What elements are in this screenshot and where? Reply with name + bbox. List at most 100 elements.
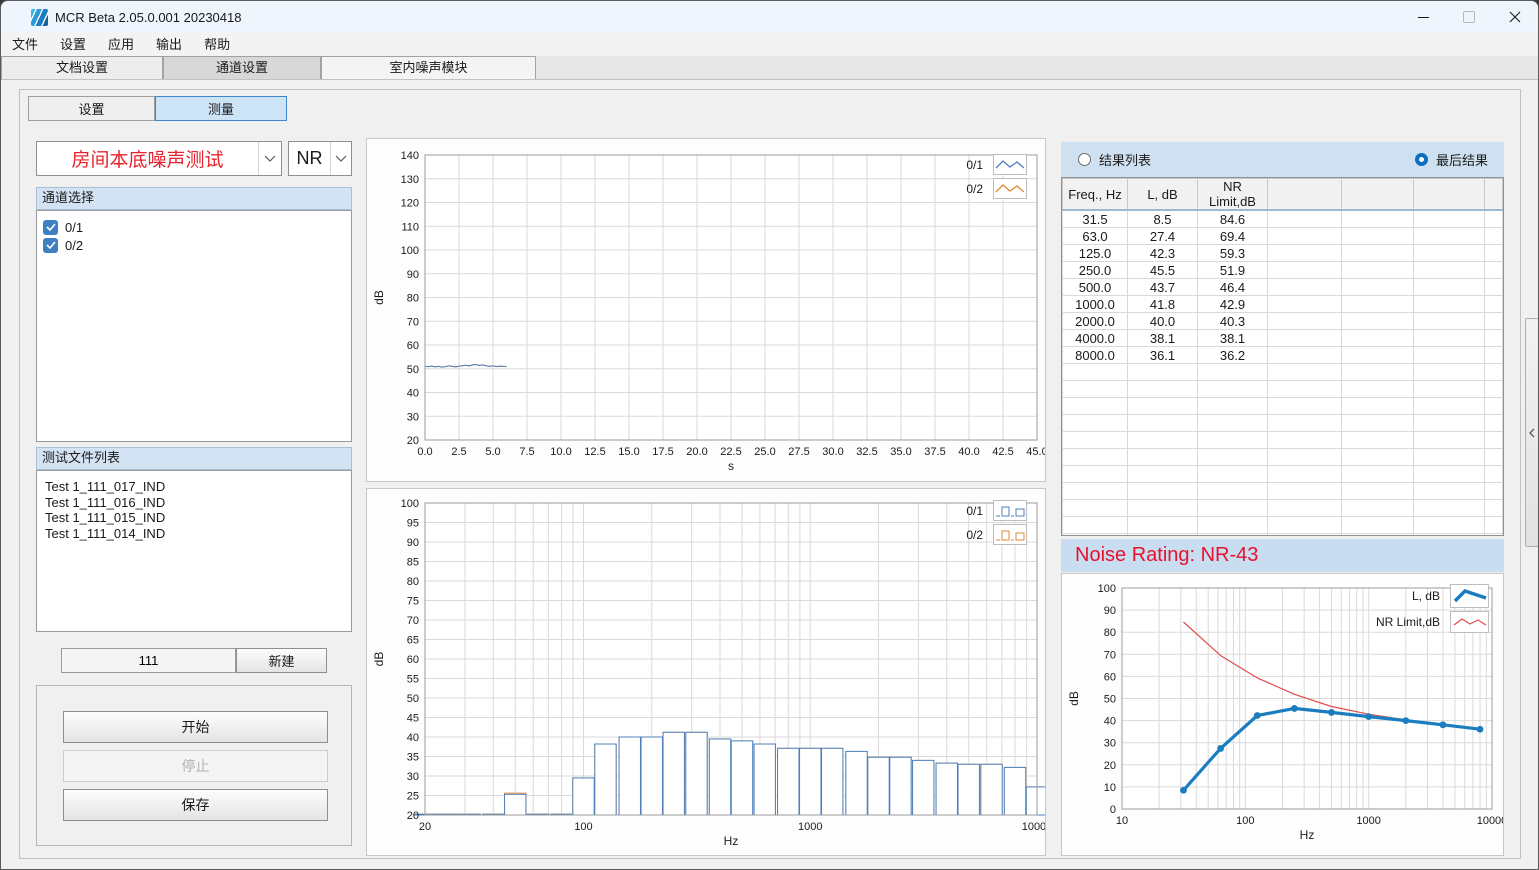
table-header-row: Freq., Hz L, dB NR Limit,dB — [1063, 179, 1503, 211]
table-row[interactable]: 8000.036.136.2 — [1063, 347, 1503, 364]
channel-label: 0/2 — [65, 238, 83, 253]
stop-button: 停止 — [63, 750, 328, 782]
table-row[interactable]: 250.045.551.9 — [1063, 262, 1503, 279]
file-list-item[interactable]: Test 1_111_017_IND — [37, 479, 351, 495]
svg-text:1000: 1000 — [1356, 815, 1380, 827]
svg-text:dB: dB — [372, 652, 386, 667]
checkbox-checked-icon[interactable] — [43, 220, 58, 235]
radio-last-result[interactable] — [1415, 153, 1428, 166]
svg-text:100: 100 — [1098, 583, 1116, 595]
test-type-value: 房间本底噪声测试 — [37, 142, 258, 175]
svg-text:27.5: 27.5 — [788, 446, 809, 458]
rating-type-dropdown-arrow[interactable] — [330, 142, 351, 175]
table-empty-row — [1063, 483, 1503, 500]
table-row[interactable]: 125.042.359.3 — [1063, 245, 1503, 262]
svg-text:10: 10 — [1104, 782, 1116, 794]
menu-output[interactable]: 输出 — [145, 33, 193, 56]
tab-document-settings[interactable]: 文档设置 — [1, 56, 163, 79]
tab-indoor-noise-module[interactable]: 室内噪声模块 — [321, 56, 536, 79]
channel-row-0-2[interactable]: 0/2 — [37, 236, 351, 254]
save-button[interactable]: 保存 — [63, 789, 328, 821]
col-level: L, dB — [1128, 179, 1198, 211]
svg-text:45: 45 — [407, 713, 419, 725]
channel-select-header: 通道选择 — [36, 187, 352, 210]
svg-text:40.0: 40.0 — [958, 446, 979, 458]
subtab-measure[interactable]: 测量 — [155, 96, 287, 121]
radio-results-list[interactable] — [1078, 153, 1091, 166]
svg-text:70: 70 — [1104, 649, 1116, 661]
svg-text:50: 50 — [1104, 694, 1116, 706]
new-button[interactable]: 新建 — [236, 648, 327, 673]
table-row[interactable]: 500.043.746.4 — [1063, 279, 1503, 296]
rating-type-combo[interactable]: NR — [288, 141, 352, 176]
table-empty-row — [1063, 449, 1503, 466]
svg-text:30.0: 30.0 — [822, 446, 843, 458]
spectrum-chart: 2025303540455055606570758085909510020100… — [367, 489, 1045, 855]
svg-text:12.5: 12.5 — [584, 446, 605, 458]
thin-line-series-icon — [1450, 611, 1489, 633]
svg-text:20: 20 — [419, 821, 431, 833]
svg-text:90: 90 — [407, 269, 419, 281]
svg-text:110: 110 — [401, 221, 419, 233]
close-button[interactable] — [1492, 1, 1538, 33]
svg-text:50: 50 — [407, 693, 419, 705]
menu-help[interactable]: 帮助 — [193, 33, 241, 56]
file-list-item[interactable]: Test 1_111_014_IND — [37, 526, 351, 542]
legend-label: NR Limit,dB — [1376, 615, 1440, 629]
svg-text:1000: 1000 — [798, 821, 822, 833]
panel-collapse-handle[interactable] — [1525, 318, 1539, 547]
test-type-dropdown-arrow[interactable] — [258, 142, 281, 175]
table-row[interactable]: 63.027.469.4 — [1063, 228, 1503, 245]
svg-text:30: 30 — [407, 411, 419, 423]
svg-text:100: 100 — [401, 498, 419, 510]
file-list-item[interactable]: Test 1_111_016_IND — [37, 495, 351, 511]
svg-text:45.0: 45.0 — [1026, 446, 1045, 458]
svg-text:25.0: 25.0 — [754, 446, 775, 458]
svg-text:30: 30 — [407, 771, 419, 783]
svg-text:Hz: Hz — [1300, 828, 1315, 842]
start-button[interactable]: 开始 — [63, 711, 328, 743]
svg-text:140: 140 — [401, 150, 419, 162]
maximize-button[interactable] — [1446, 1, 1492, 33]
svg-text:60: 60 — [407, 340, 419, 352]
results-banner: 结果列表 最后结果 — [1061, 142, 1504, 177]
test-files-header: 测试文件列表 — [36, 447, 352, 470]
file-list-item[interactable]: Test 1_111_015_IND — [37, 510, 351, 526]
spectrum-chart-panel: 2025303540455055606570758085909510020100… — [366, 488, 1046, 856]
svg-text:25: 25 — [407, 791, 419, 803]
legend-label: 0/2 — [966, 182, 983, 196]
table-row[interactable]: 31.58.584.6 — [1063, 210, 1503, 228]
table-empty-row — [1063, 364, 1503, 381]
table-empty-row — [1063, 534, 1503, 537]
channel-row-0-1[interactable]: 0/1 — [37, 218, 351, 236]
window-title: MCR Beta 2.05.0.001 20230418 — [55, 10, 241, 25]
svg-text:42.5: 42.5 — [992, 446, 1013, 458]
svg-text:35: 35 — [407, 752, 419, 764]
radio-last-result-label[interactable]: 最后结果 — [1436, 150, 1488, 169]
thick-line-series-icon — [1450, 584, 1489, 608]
radio-results-list-label[interactable]: 结果列表 — [1099, 150, 1151, 169]
svg-text:s: s — [728, 459, 734, 473]
table-row[interactable]: 2000.040.040.3 — [1063, 313, 1503, 330]
menu-bar: 文件 设置 应用 输出 帮助 — [1, 33, 1538, 56]
tab-channel-settings[interactable]: 通道设置 — [163, 56, 321, 79]
checkbox-checked-icon[interactable] — [43, 238, 58, 253]
subtab-settings[interactable]: 设置 — [28, 96, 155, 121]
test-type-combo[interactable]: 房间本底噪声测试 — [36, 141, 282, 176]
svg-text:10.0: 10.0 — [550, 446, 571, 458]
table-row[interactable]: 4000.038.138.1 — [1063, 330, 1503, 347]
minimize-button[interactable] — [1400, 1, 1446, 33]
svg-text:5.0: 5.0 — [485, 446, 500, 458]
test-name-input[interactable] — [61, 648, 236, 673]
svg-text:17.5: 17.5 — [652, 446, 673, 458]
time-chart: 20304050607080901001101201301400.02.55.0… — [367, 139, 1045, 481]
menu-file[interactable]: 文件 — [1, 33, 49, 56]
menu-settings[interactable]: 设置 — [49, 33, 97, 56]
bar-series-icon — [993, 524, 1027, 545]
table-row[interactable]: 1000.041.842.9 — [1063, 296, 1503, 313]
svg-text:7.5: 7.5 — [519, 446, 534, 458]
svg-text:20: 20 — [407, 810, 419, 822]
svg-text:30: 30 — [1104, 738, 1116, 750]
svg-text:20.0: 20.0 — [686, 446, 707, 458]
menu-application[interactable]: 应用 — [97, 33, 145, 56]
